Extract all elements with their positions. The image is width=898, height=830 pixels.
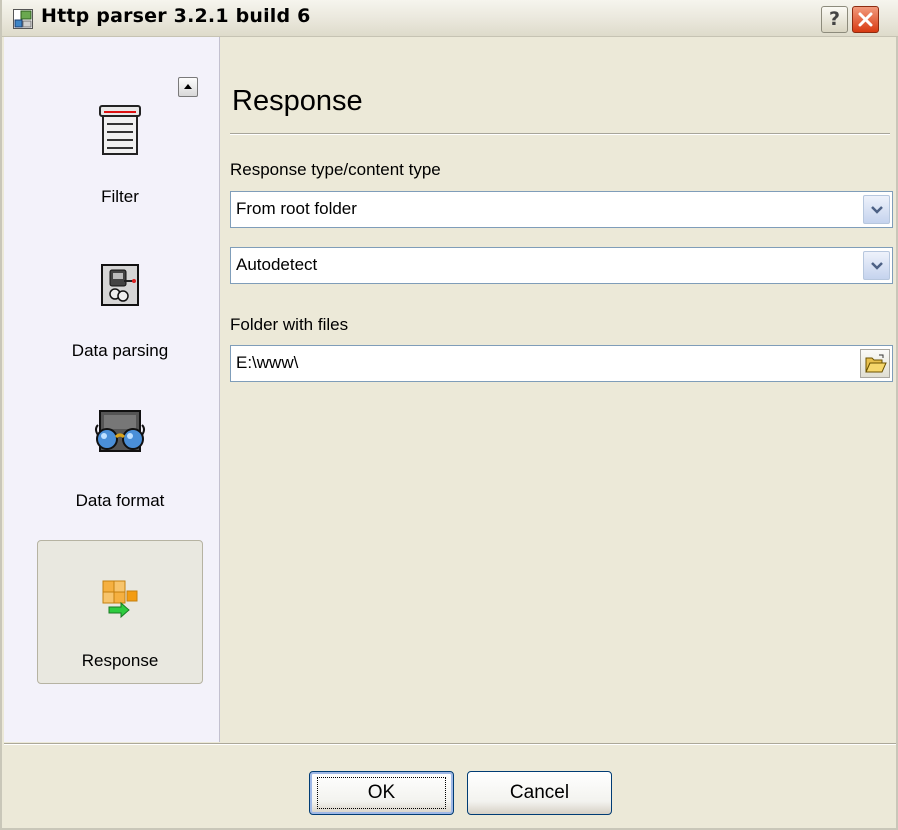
close-icon (858, 12, 873, 27)
data-format-icon (92, 409, 148, 460)
sidebar-item-response[interactable]: Response (37, 540, 203, 684)
folder-path-input[interactable]: E:\www\ (230, 345, 893, 382)
window-title: Http parser 3.2.1 build 6 (41, 5, 311, 27)
response-type-label: Response type/content type (230, 160, 441, 179)
sidebar-item-label: Response (81, 651, 159, 670)
response-type-select[interactable]: From root folder (230, 191, 893, 228)
response-type-value: From root folder (236, 199, 357, 218)
ok-button[interactable]: OK (309, 771, 454, 815)
help-button[interactable]: ? (821, 6, 848, 33)
app-icon (13, 9, 33, 29)
collapse-button[interactable] (178, 77, 198, 97)
folder-label: Folder with files (230, 315, 349, 334)
cancel-button[interactable]: Cancel (467, 771, 612, 815)
chevron-down-icon[interactable] (863, 251, 890, 280)
sidebar-item-filter[interactable]: Filter (37, 95, 203, 239)
help-label: ? (828, 8, 841, 30)
page-title: Response (232, 85, 363, 117)
ok-label: OK (316, 777, 447, 809)
sidebar-item-data-format[interactable]: Data format (37, 395, 203, 539)
data-parsing-icon (100, 263, 140, 312)
response-icon (101, 579, 139, 624)
filter-icon (96, 104, 144, 161)
browse-folder-button[interactable] (860, 349, 890, 378)
folder-path-value: E:\www\ (236, 353, 299, 372)
folder-open-icon (865, 354, 887, 373)
sidebar: Filter Data parsing Data format Response (4, 37, 220, 742)
content-type-select[interactable]: Autodetect (230, 247, 893, 284)
chevron-down-icon[interactable] (863, 195, 890, 224)
footer-divider (4, 743, 896, 745)
close-button[interactable] (852, 6, 879, 33)
title-bar[interactable]: Http parser 3.2.1 build 6 ? (2, 0, 898, 37)
response-panel: Response Response type/content type From… (220, 37, 896, 742)
sidebar-item-label: Filter (101, 187, 139, 206)
content-type-value: Autodetect (236, 255, 318, 274)
dialog-window: Http parser 3.2.1 build 6 ? Filter Data … (0, 0, 898, 830)
sidebar-item-data-parsing[interactable]: Data parsing (37, 245, 203, 389)
heading-divider (230, 133, 890, 135)
sidebar-item-label: Data format (75, 491, 165, 510)
sidebar-item-label: Data parsing (71, 341, 169, 360)
